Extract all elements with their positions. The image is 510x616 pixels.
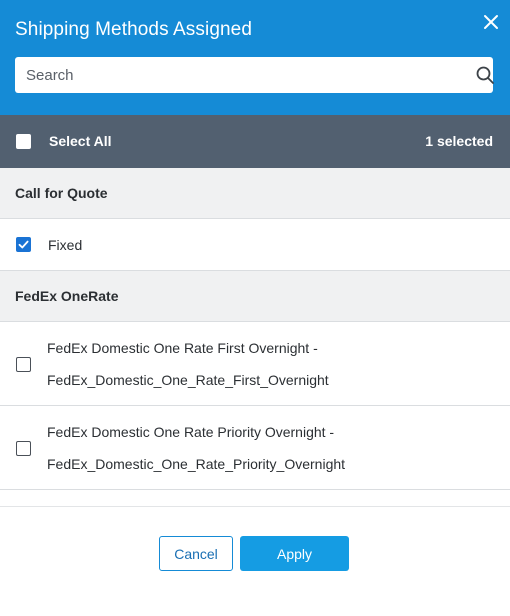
checkmark-icon [18,240,29,249]
select-all-bar: Select All 1 selected [0,115,510,168]
search-icon[interactable] [475,65,495,85]
selected-count: 1 selected [425,133,493,149]
item-checkbox[interactable] [16,441,31,456]
select-all-checkbox[interactable] [16,134,31,149]
dialog-header: Shipping Methods Assigned [0,0,510,115]
item-checkbox[interactable] [16,357,31,372]
list-item[interactable]: Fixed [0,219,510,271]
item-label: Fixed [48,237,83,253]
shipping-methods-list[interactable]: Call for Quote Fixed FedEx OneRate FedEx… [0,168,510,506]
search-box [15,57,495,93]
search-input[interactable] [15,57,455,93]
group-header: Call for Quote [0,168,510,219]
cancel-button[interactable]: Cancel [159,536,233,571]
select-all-label: Select All [49,133,112,149]
list-item[interactable]: FedEx Domestic One Rate First Overnight … [0,322,510,406]
dialog-footer: Cancel Apply [0,506,510,616]
group-header: FedEx OneRate [0,271,510,322]
item-code: FedEx_Domestic_One_Rate_Priority_Overnig… [47,456,346,472]
item-label: FedEx Domestic One Rate Priority Overnig… [47,424,335,440]
item-checkbox[interactable] [16,237,31,252]
group-label: FedEx OneRate [15,288,119,304]
close-icon[interactable] [480,11,502,33]
list-item[interactable]: FedEx Domestic One Rate Priority Overnig… [0,406,510,490]
item-code: FedEx_Domestic_One_Rate_First_Overnight [47,372,329,388]
group-label: Call for Quote [15,185,108,201]
item-label: FedEx Domestic One Rate First Overnight … [47,340,318,356]
apply-button[interactable]: Apply [240,536,349,571]
shipping-methods-dialog: Shipping Methods Assigned Select All 1 s… [0,0,510,616]
dialog-title: Shipping Methods Assigned [15,19,252,40]
